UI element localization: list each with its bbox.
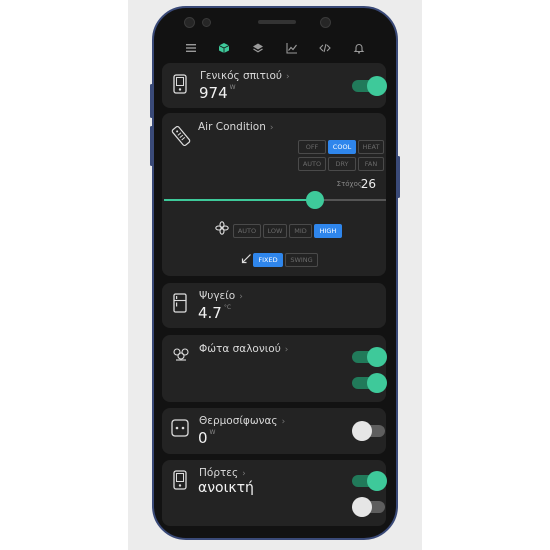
slider-fill xyxy=(164,199,315,201)
swing-arrow-icon xyxy=(241,253,252,264)
phone-device-icon xyxy=(173,74,187,94)
front-sensor xyxy=(202,18,211,27)
phone-frame: Γενικός σπιτιού › 974 W Air Condition › OFF… xyxy=(152,6,398,540)
toggle-knob xyxy=(367,373,387,393)
chevron-right-icon: › xyxy=(269,123,274,133)
power-title-text: Γενικός σπιτιού xyxy=(200,70,282,82)
heater-unit: W xyxy=(209,429,216,436)
heater-title-text: Θερμοσίφωνας xyxy=(199,415,278,427)
fridge-unit: °C xyxy=(223,304,232,311)
ac-mode-fan[interactable]: FAN xyxy=(358,157,384,171)
ac-target-value: 26 xyxy=(360,177,376,191)
heater-title[interactable]: Θερμοσίφωνας › xyxy=(199,415,285,427)
ac-mode-dry[interactable]: DRY xyxy=(328,157,356,171)
toggle-knob xyxy=(367,76,387,96)
chevron-right-icon: › xyxy=(242,469,246,479)
front-camera xyxy=(320,17,331,28)
doors-value: ανοικτή xyxy=(198,480,254,496)
card-fridge: Ψυγείο › 4.7 °C xyxy=(162,283,386,328)
ac-mode-cool[interactable]: COOL xyxy=(328,140,356,154)
heater-toggle[interactable] xyxy=(352,421,385,441)
lights-title-text: Φώτα σαλονιού xyxy=(199,343,281,355)
chevron-right-icon: › xyxy=(239,292,243,302)
heater-value: 0W xyxy=(198,429,215,447)
toggle-knob xyxy=(352,497,372,517)
doors-title[interactable]: Πόρτες › xyxy=(199,467,246,479)
swing-swing[interactable]: SWING xyxy=(285,253,318,267)
chevron-right-icon: › xyxy=(285,72,290,82)
ac-temperature-slider[interactable] xyxy=(164,191,386,209)
toggle-knob xyxy=(367,471,387,491)
power-value-text: 974 xyxy=(199,84,228,102)
heater-value-text: 0 xyxy=(198,429,208,447)
swing-fixed[interactable]: FIXED xyxy=(253,253,283,267)
lights-toggle-1[interactable] xyxy=(352,347,387,367)
ac-mode-off[interactable]: OFF xyxy=(298,140,326,154)
power-toggle[interactable] xyxy=(352,76,387,96)
card-doors: Πόρτες › ανοικτή xyxy=(162,460,387,526)
menu-icon[interactable] xyxy=(183,40,199,56)
slider-knob[interactable] xyxy=(305,191,324,209)
heater-icon xyxy=(171,419,189,437)
toggle-knob xyxy=(352,421,372,441)
power-value: 974 W xyxy=(199,84,236,102)
doors-toggle-2[interactable] xyxy=(352,497,385,517)
ac-mode-heat[interactable]: HEAT xyxy=(358,140,384,154)
fridge-value: 4.7 °C xyxy=(198,304,231,322)
bell-icon[interactable] xyxy=(351,40,367,56)
chevron-right-icon: › xyxy=(284,345,289,355)
card-air-condition: Air Condition › OFF COOL HEAT AUTO DRY FA… xyxy=(162,113,386,276)
card-heater: Θερμοσίφωνας › 0W xyxy=(162,408,386,454)
ac-title-text: Air Condition xyxy=(198,121,266,133)
lights-icon xyxy=(172,346,190,362)
card-power: Γενικός σπιτιού › 974 W xyxy=(162,63,387,108)
card-lights: Φώτα σαλονιού › xyxy=(162,335,387,402)
ac-title[interactable]: Air Condition › xyxy=(198,121,273,133)
ac-target-label: Στόχος xyxy=(336,180,362,188)
chart-icon[interactable] xyxy=(284,40,300,56)
fan-speed-mid[interactable]: MID xyxy=(289,224,312,238)
cube-icon[interactable] xyxy=(216,40,232,56)
fan-speed-auto[interactable]: AUTO xyxy=(233,224,261,238)
doors-title-text: Πόρτες xyxy=(199,467,239,479)
fan-speed-high[interactable]: HIGH xyxy=(314,224,342,238)
chevron-right-icon: › xyxy=(281,417,286,427)
lights-title[interactable]: Φώτα σαλονιού › xyxy=(199,343,288,355)
earpiece xyxy=(258,20,296,24)
fridge-icon xyxy=(173,293,187,313)
code-icon[interactable] xyxy=(317,40,333,56)
lights-toggle-2[interactable] xyxy=(352,373,387,393)
power-unit: W xyxy=(229,84,236,91)
fridge-title-text: Ψυγείο xyxy=(199,290,236,302)
fan-icon xyxy=(215,221,229,235)
doors-value-text: ανοικτή xyxy=(198,480,254,496)
layers-icon[interactable] xyxy=(250,40,266,56)
remote-icon xyxy=(170,125,192,147)
front-camera xyxy=(184,17,195,28)
toggle-knob xyxy=(367,347,387,367)
fan-speed-low[interactable]: LOW xyxy=(263,224,287,238)
top-nav xyxy=(154,36,396,60)
fridge-title[interactable]: Ψυγείο › xyxy=(199,290,243,302)
fridge-value-text: 4.7 xyxy=(198,304,222,322)
doors-toggle-1[interactable] xyxy=(352,471,387,491)
power-title[interactable]: Γενικός σπιτιού › xyxy=(200,70,290,82)
ac-mode-auto[interactable]: AUTO xyxy=(298,157,326,171)
door-icon xyxy=(173,470,187,490)
